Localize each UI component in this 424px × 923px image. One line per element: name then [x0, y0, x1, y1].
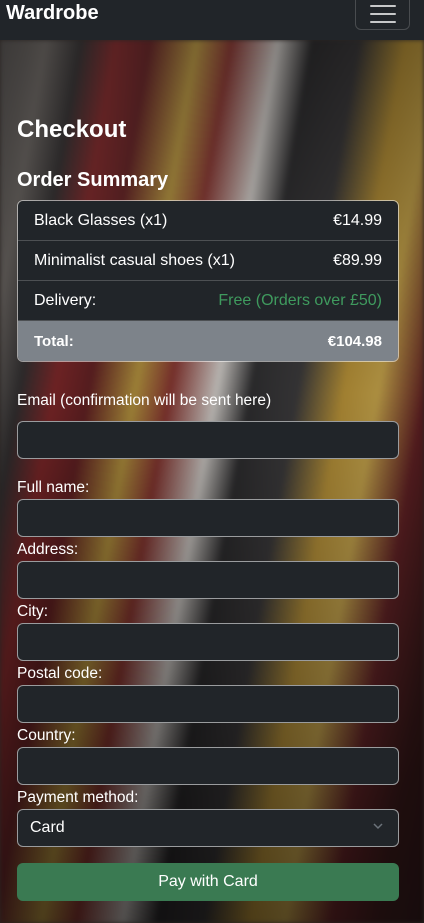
total-label: Total:	[34, 332, 74, 350]
order-item-row: Minimalist casual shoes (x1) €89.99	[18, 241, 398, 281]
postal-code-label: Postal code:	[17, 665, 103, 682]
brand-logo[interactable]: Wardrobe	[6, 2, 99, 25]
delivery-row: Delivery: Free (Orders over £50)	[18, 281, 398, 321]
postal-code-field[interactable]	[17, 685, 399, 723]
item-price: €14.99	[333, 211, 382, 229]
payment-method-value: Card	[30, 819, 65, 836]
email-label: Email (confirmation will be sent here)	[17, 392, 272, 409]
delivery-value: Free (Orders over £50)	[218, 291, 382, 309]
country-field[interactable]	[17, 747, 399, 785]
city-field[interactable]	[17, 623, 399, 661]
item-label: Minimalist casual shoes (x1)	[34, 251, 235, 269]
delivery-label: Delivery:	[34, 291, 97, 309]
navbar: Wardrobe	[0, 0, 424, 40]
item-label: Black Glasses (x1)	[34, 211, 168, 229]
payment-method-select[interactable]: Card	[17, 809, 399, 847]
page-title: Checkout	[17, 116, 127, 143]
hamburger-menu-icon	[369, 5, 396, 7]
order-summary-list: Black Glasses (x1) €14.99 Minimalist cas…	[17, 200, 399, 362]
order-summary-title: Order Summary	[17, 169, 169, 191]
menu-toggle-button[interactable]	[355, 0, 410, 30]
payment-method-label: Payment method:	[17, 789, 139, 806]
pay-with-card-button[interactable]: Pay with Card	[17, 863, 399, 901]
order-item-row: Black Glasses (x1) €14.99	[18, 201, 398, 241]
email-field[interactable]	[17, 421, 399, 459]
address-label: Address:	[17, 541, 79, 558]
address-field[interactable]	[17, 561, 399, 599]
chevron-down-icon	[373, 823, 383, 830]
full-name-field[interactable]	[17, 499, 399, 537]
item-price: €89.99	[333, 251, 382, 269]
country-label: Country:	[17, 727, 76, 744]
full-name-label: Full name:	[17, 479, 90, 496]
city-label: City:	[17, 603, 48, 620]
total-value: €104.98	[327, 332, 382, 350]
total-row: Total: €104.98	[18, 321, 398, 361]
